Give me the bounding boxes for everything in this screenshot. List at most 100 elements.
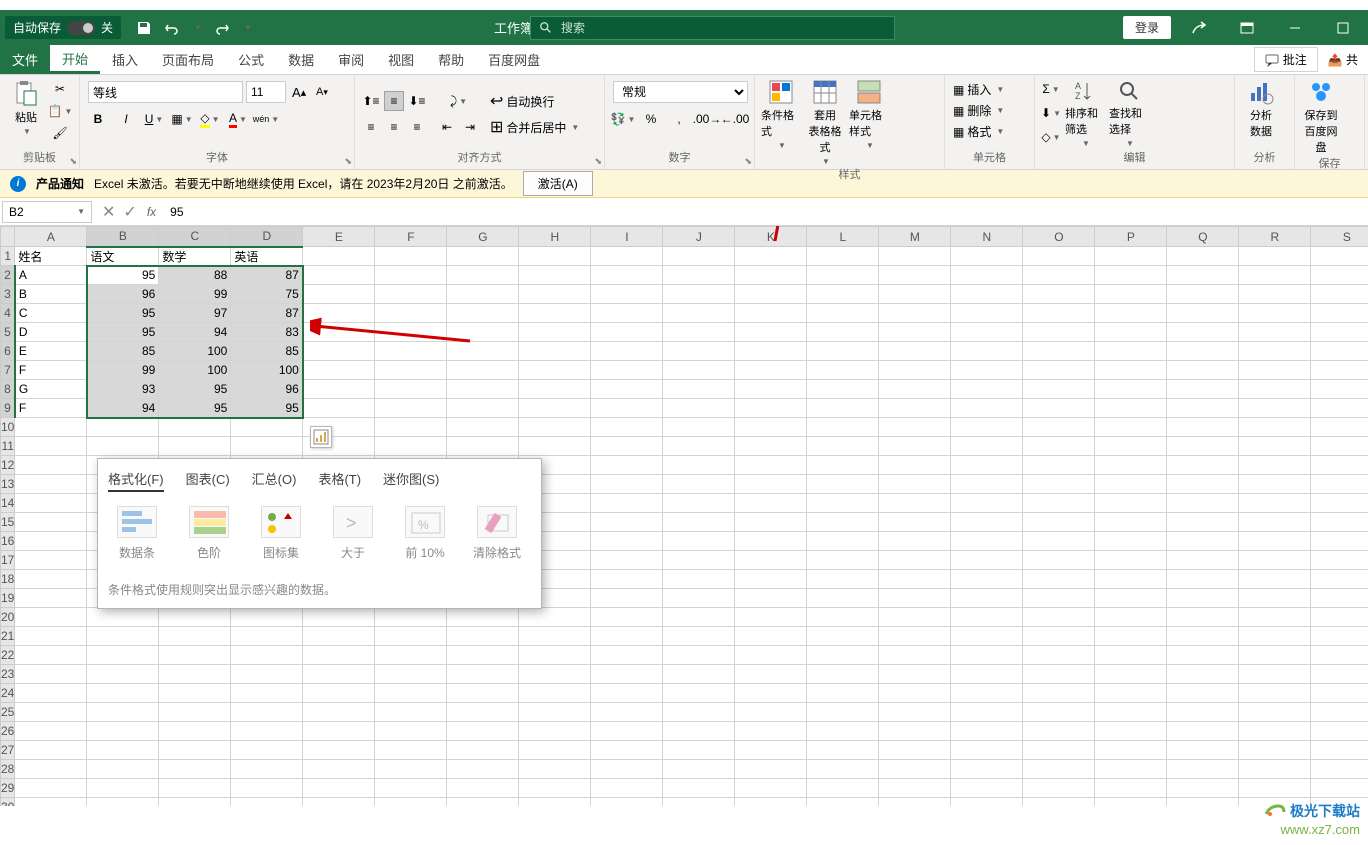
cell[interactable] — [447, 665, 519, 684]
cell[interactable] — [663, 513, 735, 532]
cell[interactable] — [375, 285, 447, 304]
cell[interactable] — [1023, 513, 1095, 532]
cell[interactable] — [663, 551, 735, 570]
cell[interactable] — [159, 779, 231, 798]
cell[interactable] — [1167, 285, 1239, 304]
cell[interactable] — [591, 760, 663, 779]
cell[interactable] — [1167, 551, 1239, 570]
cell[interactable]: 95 — [87, 323, 159, 342]
border-icon[interactable]: ▦▼ — [172, 109, 192, 129]
qa-tab-sparkline[interactable]: 迷你图(S) — [383, 469, 439, 492]
cell[interactable] — [1167, 646, 1239, 665]
increase-font-icon[interactable]: A▴ — [289, 82, 309, 102]
analyze-data-button[interactable]: 分析 数据 — [1241, 79, 1281, 139]
column-header[interactable]: J — [663, 227, 735, 247]
row-header[interactable]: 18 — [1, 570, 15, 589]
cell[interactable] — [1311, 532, 1368, 551]
cell[interactable] — [231, 703, 303, 722]
cell[interactable] — [663, 589, 735, 608]
cell[interactable] — [1239, 741, 1311, 760]
cell[interactable] — [1167, 532, 1239, 551]
cell[interactable] — [303, 722, 375, 741]
number-launcher-icon[interactable]: ⬊ — [744, 156, 752, 167]
row-header[interactable]: 23 — [1, 665, 15, 684]
comma-icon[interactable]: , — [669, 109, 689, 129]
minimize-icon[interactable] — [1275, 14, 1315, 42]
cell[interactable] — [591, 361, 663, 380]
column-header[interactable]: M — [879, 227, 951, 247]
cell[interactable] — [951, 760, 1023, 779]
cell[interactable] — [159, 608, 231, 627]
cell[interactable] — [663, 760, 735, 779]
cell[interactable] — [951, 627, 1023, 646]
column-header[interactable]: G — [447, 227, 519, 247]
cell[interactable] — [663, 779, 735, 798]
tab-home[interactable]: 开始 — [50, 45, 100, 74]
cell[interactable] — [1167, 247, 1239, 266]
cell[interactable] — [663, 399, 735, 418]
cell[interactable] — [879, 418, 951, 437]
cell[interactable] — [375, 684, 447, 703]
cell[interactable] — [1095, 646, 1167, 665]
cell[interactable] — [1023, 551, 1095, 570]
cell[interactable] — [1239, 513, 1311, 532]
cell[interactable] — [735, 722, 807, 741]
cell[interactable]: 99 — [87, 361, 159, 380]
cell[interactable] — [1167, 703, 1239, 722]
tab-help[interactable]: 帮助 — [426, 45, 476, 74]
cell[interactable]: 100 — [159, 361, 231, 380]
cell[interactable] — [591, 551, 663, 570]
cell[interactable] — [1239, 475, 1311, 494]
cell[interactable] — [1239, 608, 1311, 627]
cell[interactable] — [663, 361, 735, 380]
cell[interactable] — [807, 475, 879, 494]
cell[interactable] — [1095, 570, 1167, 589]
spreadsheet-grid[interactable]: ABCDEFGHIJKLMNOPQRS1姓名语文数学英语2A9588873B96… — [0, 226, 1368, 806]
cell[interactable] — [1095, 266, 1167, 285]
cell[interactable] — [159, 703, 231, 722]
format-painter-icon[interactable]: 🖌 — [50, 123, 70, 143]
cell[interactable] — [591, 323, 663, 342]
activate-button[interactable]: 激活(A) — [523, 171, 593, 196]
cell[interactable] — [879, 665, 951, 684]
cell[interactable] — [591, 304, 663, 323]
cell[interactable] — [1023, 323, 1095, 342]
cell[interactable] — [735, 760, 807, 779]
cell[interactable] — [1023, 456, 1095, 475]
formula-input[interactable]: 95 — [166, 205, 1368, 219]
cell[interactable] — [1239, 494, 1311, 513]
cell[interactable] — [807, 551, 879, 570]
row-header[interactable]: 16 — [1, 532, 15, 551]
cell[interactable] — [591, 380, 663, 399]
cell[interactable] — [1167, 798, 1239, 807]
cell[interactable] — [447, 266, 519, 285]
cell[interactable] — [663, 342, 735, 361]
row-header[interactable]: 9 — [1, 399, 15, 418]
cell[interactable] — [15, 703, 87, 722]
find-select-button[interactable]: 查找和选择 ▼ — [1109, 79, 1149, 149]
cell[interactable] — [1095, 513, 1167, 532]
cell[interactable] — [15, 760, 87, 779]
row-header[interactable]: 30 — [1, 798, 15, 807]
row-header[interactable]: 19 — [1, 589, 15, 608]
cell[interactable] — [159, 722, 231, 741]
cell[interactable] — [1311, 342, 1368, 361]
cell[interactable] — [735, 608, 807, 627]
cell[interactable] — [519, 722, 591, 741]
cell[interactable] — [1167, 418, 1239, 437]
cell[interactable] — [807, 494, 879, 513]
cell[interactable] — [591, 570, 663, 589]
cell[interactable] — [15, 551, 87, 570]
cell[interactable] — [807, 589, 879, 608]
cell[interactable] — [951, 665, 1023, 684]
cell[interactable] — [663, 798, 735, 807]
cell[interactable] — [1167, 342, 1239, 361]
cell[interactable] — [1311, 608, 1368, 627]
cell[interactable]: 94 — [87, 399, 159, 418]
row-header[interactable]: 6 — [1, 342, 15, 361]
cell[interactable] — [447, 798, 519, 807]
cell[interactable] — [735, 247, 807, 266]
cell[interactable] — [591, 418, 663, 437]
cell[interactable] — [1167, 266, 1239, 285]
cell[interactable] — [951, 361, 1023, 380]
